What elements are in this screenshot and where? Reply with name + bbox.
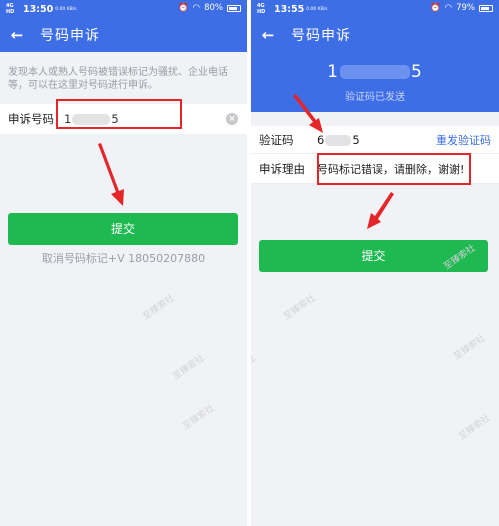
page-title: 号码申诉	[40, 28, 100, 44]
submit-button[interactable]: 提交	[8, 213, 238, 245]
red-arrow-icon	[98, 143, 124, 206]
battery-icon	[479, 4, 493, 12]
highlight-box	[317, 153, 471, 185]
watermark: 至臻索社	[457, 413, 493, 443]
alarm-icon: ⏰	[178, 3, 189, 13]
back-arrow-icon[interactable]: ←	[259, 26, 277, 44]
back-arrow-icon[interactable]: ←	[8, 26, 26, 44]
red-arrow-icon	[367, 192, 394, 229]
status-bar: 4G HD 13:55 0.00 KB/s ⏰ ◠ 79%	[251, 0, 499, 18]
page-title: 号码申诉	[291, 28, 351, 44]
network-speed: 0.00 KB/s	[55, 6, 77, 12]
wifi-icon: ◠	[192, 3, 201, 13]
watermark: 至臻索社	[171, 353, 207, 383]
intro-text: 发现本人或熟人号码被错误标记为骚扰、企业电话等，可以在这里对号码进行申诉。	[8, 67, 228, 91]
reason-label: 申诉理由	[259, 161, 305, 176]
battery-icon	[227, 4, 241, 12]
redacted-mask	[325, 134, 352, 146]
right-screen: 4G HD 13:55 0.00 KB/s ⏰ ◠ 79% ← 号码申诉 15 …	[251, 0, 499, 526]
promo-caption: 取消号码标记+V 18050207880	[41, 252, 206, 265]
watermark: 至臻索社	[181, 403, 217, 433]
resend-code-link[interactable]: 重发验证码	[436, 132, 491, 148]
status-bar: 4G HD 13:50 0.00 KB/s ⏰ ◠ 80%	[0, 0, 247, 18]
title-bar: ← 号码申诉	[0, 18, 247, 52]
network-speed: 0.00 KB/s	[306, 6, 328, 12]
left-screen: 4G HD 13:50 0.00 KB/s ⏰ ◠ 80% ← 号码申诉 发现本…	[0, 0, 247, 526]
signal-icon: 4G HD	[6, 3, 15, 15]
wifi-icon: ◠	[444, 3, 453, 13]
alarm-icon: ⏰	[430, 3, 441, 13]
watermark: 至臻索社	[282, 293, 318, 323]
title-bar: ← 号码申诉	[251, 18, 499, 52]
appeal-number-label: 申诉号码	[8, 112, 54, 126]
watermark: 至臻索社	[141, 293, 177, 323]
red-arrow-icon	[293, 94, 323, 133]
signal-icon: 4G HD	[257, 3, 266, 15]
watermark: 至臻索社	[452, 333, 488, 363]
appeal-number: 15	[327, 62, 423, 82]
watermark: 至臻索社	[251, 353, 258, 383]
redacted-mask	[340, 65, 410, 79]
battery-percent: 79%	[456, 3, 475, 13]
clear-icon[interactable]: ×	[226, 113, 238, 125]
highlight-box	[56, 99, 182, 129]
battery-percent: 80%	[204, 3, 223, 13]
status-time: 13:55	[274, 3, 305, 15]
status-time: 13:50	[23, 3, 54, 15]
